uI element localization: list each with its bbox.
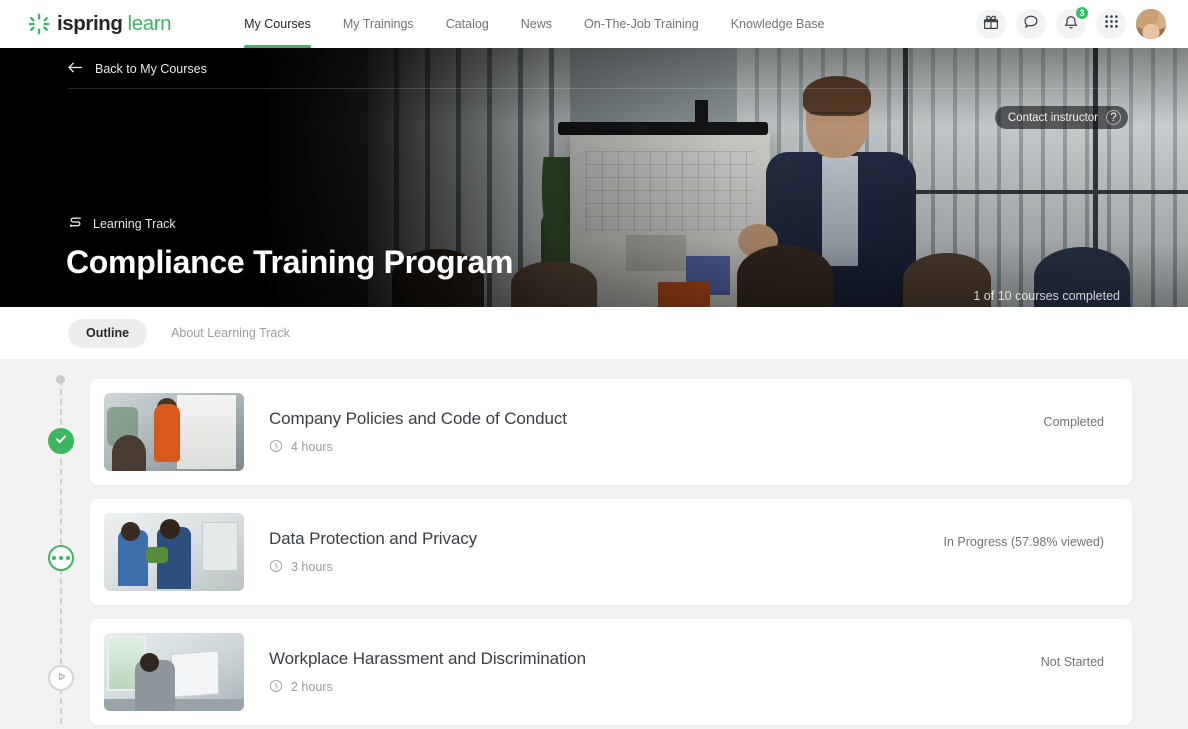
courses-completed-count: 1 of 10 courses completed <box>973 289 1120 303</box>
chat-bubble-icon <box>1023 14 1039 35</box>
course-thumbnail <box>104 633 244 711</box>
back-to-my-courses-link[interactable]: Back to My Courses <box>68 48 207 77</box>
outline-content: Company Policies and Code of Conduct 4 h… <box>0 359 1188 725</box>
apps-grid-icon <box>1104 14 1119 34</box>
content-tabs: Outline About Learning Track <box>0 307 1188 359</box>
course-info: Data Protection and Privacy 3 hours <box>269 529 944 576</box>
status-marker-in-progress <box>48 545 74 571</box>
main-menu: My Courses My Trainings Catalog News On-… <box>228 0 840 48</box>
course-title: Company Policies and Code of Conduct <box>269 408 567 428</box>
course-duration: 2 hours <box>269 679 1041 696</box>
course-status: In Progress (57.98% viewed) <box>943 535 1105 549</box>
header-actions: 3 <box>976 6 1166 39</box>
back-link-label: Back to My Courses <box>95 62 207 76</box>
apps-button[interactable] <box>1096 9 1126 39</box>
check-icon <box>54 432 68 451</box>
course-duration: 4 hours <box>269 439 1044 456</box>
notifications-button[interactable]: 3 <box>1056 6 1089 39</box>
course-duration-label: 2 hours <box>291 680 333 694</box>
course-status: Not Started <box>1040 655 1104 669</box>
tab-about-learning-track[interactable]: About Learning Track <box>153 319 308 348</box>
clock-icon <box>269 559 283 576</box>
course-title: Data Protection and Privacy <box>269 528 478 548</box>
avatar-image <box>1136 9 1166 39</box>
course-status: Completed <box>1043 415 1104 429</box>
status-marker-completed <box>45 425 77 457</box>
course-info: Company Policies and Code of Conduct 4 h… <box>269 409 1044 456</box>
course-card-3[interactable]: Workplace Harassment and Discrimination … <box>90 619 1132 725</box>
notification-badge: 3 <box>1075 6 1089 20</box>
course-card-1[interactable]: Company Policies and Code of Conduct 4 h… <box>90 379 1132 485</box>
course-duration: 3 hours <box>269 559 944 576</box>
nav-item-news[interactable]: News <box>505 0 568 48</box>
play-icon <box>56 669 67 687</box>
dot <box>66 556 70 560</box>
hero-divider <box>68 88 1120 89</box>
nav-item-knowledge-base[interactable]: Knowledge Base <box>715 0 841 48</box>
brand-suffix: learn <box>127 12 172 35</box>
help-question-icon[interactable]: ? <box>1106 110 1121 125</box>
nav-item-on-the-job-training[interactable]: On-The-Job Training <box>568 0 715 48</box>
arrow-left-icon <box>68 61 83 77</box>
page-title: Compliance Training Program <box>66 244 514 280</box>
course-list: Company Policies and Code of Conduct 4 h… <box>90 379 1132 729</box>
avatar[interactable] <box>1136 9 1166 39</box>
contact-instructor-button[interactable]: Contact instructor ? <box>994 106 1128 129</box>
course-thumbnail <box>104 513 244 591</box>
gift-button[interactable] <box>976 9 1006 39</box>
ispring-sunburst-icon <box>28 13 50 35</box>
top-navigation-bar: ispring learn My Courses My Trainings Cat… <box>0 0 1188 48</box>
status-marker-not-started <box>48 665 74 691</box>
learning-track-icon <box>68 215 83 233</box>
nav-item-my-courses[interactable]: My Courses <box>228 0 327 48</box>
timeline-start-dot <box>56 375 65 384</box>
course-duration-label: 3 hours <box>291 560 333 574</box>
brand-logo[interactable]: ispring learn <box>28 12 172 36</box>
tab-outline[interactable]: Outline <box>68 318 148 348</box>
nav-item-catalog[interactable]: Catalog <box>430 0 505 48</box>
course-thumbnail <box>104 393 244 471</box>
brand-name: ispring learn <box>57 12 172 35</box>
dot <box>59 556 63 560</box>
learning-track-label: Learning Track <box>93 217 176 231</box>
hero-banner: Back to My Courses Contact instructor ? … <box>0 48 1188 307</box>
gift-icon <box>983 14 999 35</box>
learning-track-type: Learning Track <box>68 215 176 233</box>
in-progress-dots-icon <box>52 556 56 560</box>
nav-item-my-trainings[interactable]: My Trainings <box>327 0 430 48</box>
clock-icon <box>269 439 283 456</box>
course-info: Workplace Harassment and Discrimination … <box>269 649 1041 696</box>
clock-icon <box>269 679 283 696</box>
contact-instructor-label: Contact instructor <box>1007 111 1098 124</box>
course-card-2[interactable]: Data Protection and Privacy 3 hours In P… <box>90 499 1132 605</box>
course-duration-label: 4 hours <box>291 440 333 454</box>
chat-button[interactable] <box>1016 9 1046 39</box>
course-title: Workplace Harassment and Discrimination <box>269 648 587 668</box>
